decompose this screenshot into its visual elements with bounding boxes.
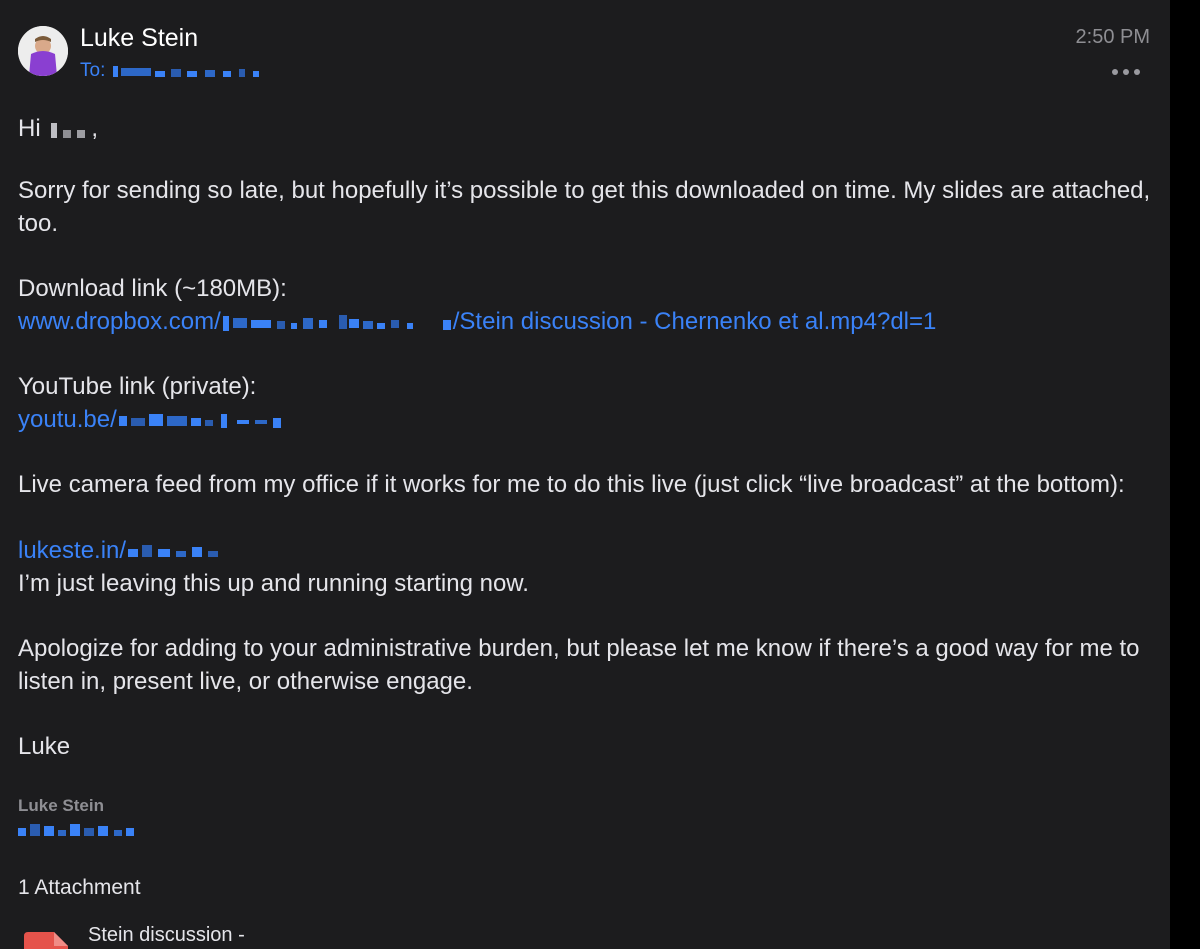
attachment-file-name[interactable]: Stein discussion - bbox=[88, 924, 245, 947]
live-feed-link[interactable]: lukeste.in/ bbox=[18, 534, 1152, 567]
sign-off: Luke bbox=[18, 733, 71, 760]
youtube-link-text[interactable]: youtu.be/ bbox=[18, 406, 297, 433]
avatar-photo bbox=[18, 26, 68, 76]
signature-name: Luke Stein bbox=[18, 796, 104, 815]
recipient-line[interactable]: To: bbox=[80, 60, 263, 82]
dropbox-link-text[interactable]: www.dropbox.com/ /Stein discussion - Che… bbox=[18, 308, 936, 335]
youtube-label: YouTube link (private): bbox=[18, 373, 257, 400]
redacted-live-path bbox=[128, 544, 219, 557]
received-time: 2:50 PM bbox=[1075, 26, 1150, 48]
redacted-signature-contact bbox=[18, 824, 134, 836]
redacted-recipient bbox=[112, 65, 259, 77]
to-label: To: bbox=[80, 60, 106, 81]
download-label: Download link (~180MB): bbox=[18, 275, 287, 302]
live-feed-note: I’m just leaving this up and running sta… bbox=[18, 570, 529, 597]
paragraph-apology: Apologize for adding to your administrat… bbox=[18, 635, 1140, 695]
dropbox-link[interactable]: www.dropbox.com/ /Stein discussion - Che… bbox=[18, 305, 1152, 338]
more-options-button[interactable] bbox=[1110, 66, 1142, 78]
greeting-line: Hi , bbox=[18, 112, 1152, 145]
sender-avatar[interactable] bbox=[18, 26, 68, 76]
pdf-file-icon[interactable] bbox=[24, 928, 68, 949]
live-feed-paragraph: Live camera feed from my office if it wo… bbox=[18, 471, 1125, 498]
sender-name[interactable]: Luke Stein bbox=[80, 24, 198, 53]
youtube-link[interactable]: youtu.be/ bbox=[18, 403, 1152, 436]
attachment-count: 1 Attachment bbox=[18, 876, 141, 899]
live-feed-link-text[interactable]: lukeste.in/ bbox=[18, 537, 222, 564]
ellipsis-dot bbox=[1123, 69, 1129, 75]
greeting-punct: , bbox=[91, 115, 99, 142]
greeting-word: Hi bbox=[18, 115, 41, 142]
redacted-dropbox-path bbox=[222, 314, 451, 331]
paragraph-intro: Sorry for sending so late, but hopefully… bbox=[18, 177, 1151, 237]
ellipsis-icon bbox=[1112, 69, 1118, 75]
email-message-panel: Luke Stein To: 2:50 PM Hi , Sorry for se… bbox=[0, 0, 1170, 949]
ellipsis-dot bbox=[1134, 69, 1140, 75]
redacted-youtube-id bbox=[118, 413, 281, 428]
redacted-name bbox=[51, 122, 86, 138]
